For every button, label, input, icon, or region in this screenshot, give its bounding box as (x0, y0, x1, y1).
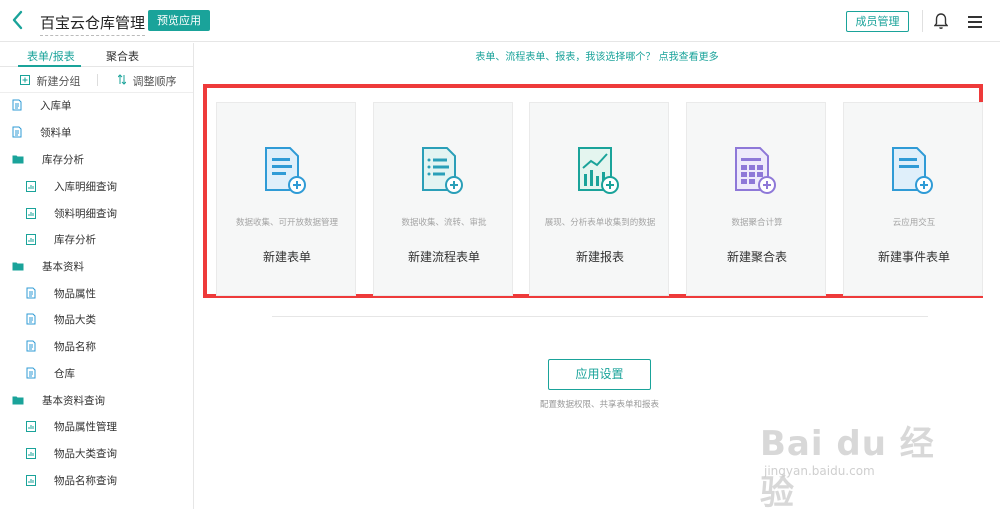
reorder-label: 调整顺序 (132, 75, 177, 88)
form-icon (264, 146, 308, 200)
top-bar: 百宝云仓库管理 预览应用 成员管理 (0, 0, 1000, 42)
app-title[interactable]: 百宝云仓库管理 (40, 12, 146, 36)
content-divider (272, 316, 928, 317)
sidebar: 表单/报表 聚合表 新建分组 调整顺序 入库单 领料单 库存分析 入库明细查询 领料明细… (0, 43, 194, 509)
report-icon (577, 146, 621, 200)
sidebar-actions: 新建分组 调整顺序 (0, 67, 193, 93)
sidebar-item-label: 仓库 (54, 367, 75, 380)
app-settings-button[interactable]: 应用设置 (548, 359, 651, 390)
tab-aggregate[interactable]: 聚合表 (106, 48, 139, 64)
bell-icon[interactable] (933, 12, 949, 34)
preview-app-button[interactable]: 预览应用 (148, 10, 210, 31)
header-divider (922, 10, 923, 32)
card-description: 数据聚合计算 (731, 218, 783, 228)
sidebar-item-label: 物品属性管理 (54, 420, 117, 433)
report-icon (26, 207, 45, 219)
card-description: 数据收集、可开放数据管理 (235, 218, 338, 228)
card-title: 新建表单 (262, 250, 311, 264)
sidebar-item[interactable]: 入库明细查询 (26, 176, 117, 196)
folder-icon (12, 395, 33, 405)
sidebar-tabs: 表单/报表 聚合表 (0, 43, 193, 67)
sidebar-item-label: 领料明细查询 (54, 207, 117, 220)
sidebar-item[interactable]: 物品大类查询 (26, 443, 117, 463)
form-icon (26, 367, 45, 379)
app-settings-description: 配置数据权限、共享表单和报表 (539, 400, 659, 410)
sidebar-item-label: 物品大类 (54, 313, 96, 326)
sidebar-item[interactable]: 基本资料 (12, 256, 84, 276)
sidebar-item[interactable]: 物品大类 (26, 309, 96, 329)
aggregate-icon (734, 146, 778, 200)
watermark-sub: jingyan.baidu.com (764, 464, 875, 478)
sidebar-item[interactable]: 领料单 (12, 122, 72, 142)
report-icon (26, 474, 45, 486)
card-title: 新建事件表单 (877, 250, 950, 264)
baidu-watermark: Bai du 经验 jingyan.baidu.com (760, 398, 960, 513)
sort-icon (117, 74, 130, 88)
new-form-card[interactable]: 数据收集、可开放数据管理 新建表单 (216, 102, 356, 296)
sidebar-item-label: 库存分析 (54, 233, 96, 246)
sidebar-item-label: 基本资料查询 (42, 394, 105, 407)
card-description: 数据收集、流转、审批 (401, 218, 487, 228)
new-flow-form-card[interactable]: 数据收集、流转、审批 新建流程表单 (373, 102, 513, 296)
back-arrow-icon[interactable] (10, 9, 30, 33)
sidebar-item[interactable]: 库存分析 (12, 149, 84, 169)
card-description: 展现、分析表单收集到的数据 (544, 218, 656, 228)
report-icon (26, 180, 45, 192)
sidebar-item-label: 物品名称 (54, 340, 96, 353)
sidebar-item[interactable]: 入库单 (12, 95, 72, 115)
card-description: 云应用交互 (892, 218, 936, 228)
sidebar-item[interactable]: 领料明细查询 (26, 203, 117, 223)
sidebar-item-label: 入库明细查询 (54, 180, 117, 193)
new-report-card[interactable]: 展现、分析表单收集到的数据 新建报表 (529, 102, 669, 296)
tab-forms-reports[interactable]: 表单/报表 (27, 48, 75, 64)
sidebar-item[interactable]: 仓库 (26, 363, 75, 383)
report-icon (26, 233, 45, 245)
card-title: 新建聚合表 (726, 250, 787, 264)
sidebar-item[interactable]: 基本资料查询 (12, 390, 105, 410)
sidebar-item-label: 基本资料 (42, 260, 84, 273)
form-icon (26, 313, 45, 325)
sidebar-item-label: 物品名称查询 (54, 474, 117, 487)
sidebar-item-label: 入库单 (40, 99, 72, 112)
sidebar-item-label: 物品属性 (54, 287, 96, 300)
reorder-button[interactable]: 调整顺序 (117, 73, 177, 89)
sidebar-item-label: 领料单 (40, 126, 72, 139)
new-group-button[interactable]: 新建分组 (20, 73, 81, 89)
sidebar-item[interactable]: 物品名称 (26, 336, 96, 356)
form-icon (12, 99, 31, 111)
card-title: 新建流程表单 (407, 250, 480, 264)
actions-divider (97, 74, 98, 86)
new-group-label: 新建分组 (36, 75, 81, 88)
sidebar-item[interactable]: 物品名称查询 (26, 470, 117, 490)
watermark-main: Bai du 经验 (760, 424, 935, 513)
sidebar-item[interactable]: 库存分析 (26, 229, 96, 249)
new-group-icon (20, 75, 34, 88)
sidebar-item[interactable]: 物品属性 (26, 283, 96, 303)
flow-form-icon (421, 146, 465, 200)
sidebar-item[interactable]: 物品属性管理 (26, 416, 117, 436)
event-form-icon (891, 146, 935, 200)
form-icon (26, 340, 45, 352)
new-event-form-card[interactable]: 云应用交互 新建事件表单 (843, 102, 983, 296)
form-icon (12, 126, 31, 138)
member-management-button[interactable]: 成员管理 (846, 11, 909, 32)
report-icon (26, 420, 45, 432)
folder-icon (12, 154, 33, 164)
hamburger-menu-icon[interactable] (967, 14, 983, 33)
help-link[interactable]: 表单、流程表单、报表，我该选择哪个？ 点我查看更多 (194, 48, 1000, 63)
folder-icon (12, 261, 33, 271)
sidebar-item-label: 物品大类查询 (54, 447, 117, 460)
sidebar-item-label: 库存分析 (42, 153, 84, 166)
form-icon (26, 287, 45, 299)
new-aggregate-table-card[interactable]: 数据聚合计算 新建聚合表 (686, 102, 826, 296)
report-icon (26, 447, 45, 459)
card-title: 新建报表 (575, 250, 624, 264)
